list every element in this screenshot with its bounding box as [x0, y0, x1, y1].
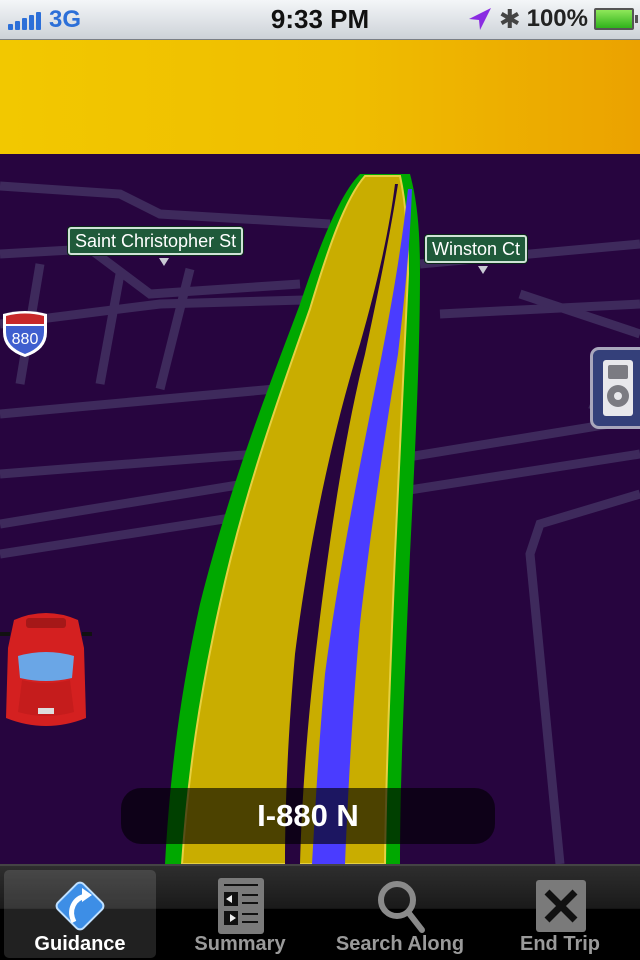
summary-list-icon	[218, 878, 264, 934]
tab-label: Search Along	[335, 933, 465, 955]
magnifier-icon	[378, 881, 425, 933]
street-pin-icon	[159, 258, 169, 266]
tab-end-trip[interactable]: End Trip	[484, 870, 636, 958]
ipod-icon	[603, 360, 633, 416]
interstate-shield-icon: 880	[3, 311, 47, 357]
vehicle-car-icon	[0, 613, 92, 726]
battery-percent: 100%	[526, 5, 588, 32]
status-bar: 3G 9:33 PM ✱ 100%	[0, 0, 640, 40]
bluetooth-icon: ✱	[498, 4, 521, 34]
tab-label: End Trip	[520, 933, 600, 955]
street-pin-icon	[478, 266, 488, 274]
tab-label: Summary	[194, 933, 286, 955]
navigation-map[interactable]: Saint Christopher St Winston Ct 880 I-88…	[0, 154, 640, 864]
tab-bar: Guidance Summary Search Along End Trip	[0, 864, 640, 960]
tab-search-along[interactable]: Search Along	[324, 870, 476, 958]
tab-guidance[interactable]: Guidance	[4, 870, 156, 958]
location-arrow-icon	[468, 8, 491, 30]
current-road-label: I-880 N	[121, 788, 495, 844]
shield-number: 880	[12, 331, 39, 348]
sky-horizon	[0, 40, 640, 154]
close-x-icon	[536, 880, 586, 932]
map-roads	[0, 174, 640, 864]
tab-summary[interactable]: Summary	[164, 870, 316, 958]
street-label-saint-christopher: Saint Christopher St	[68, 227, 244, 255]
tab-label: Guidance	[34, 933, 126, 955]
ipod-button[interactable]	[590, 347, 640, 429]
battery-full-icon	[594, 8, 638, 30]
guidance-turn-icon	[55, 881, 105, 931]
street-label-winston: Winston Ct	[425, 235, 528, 263]
